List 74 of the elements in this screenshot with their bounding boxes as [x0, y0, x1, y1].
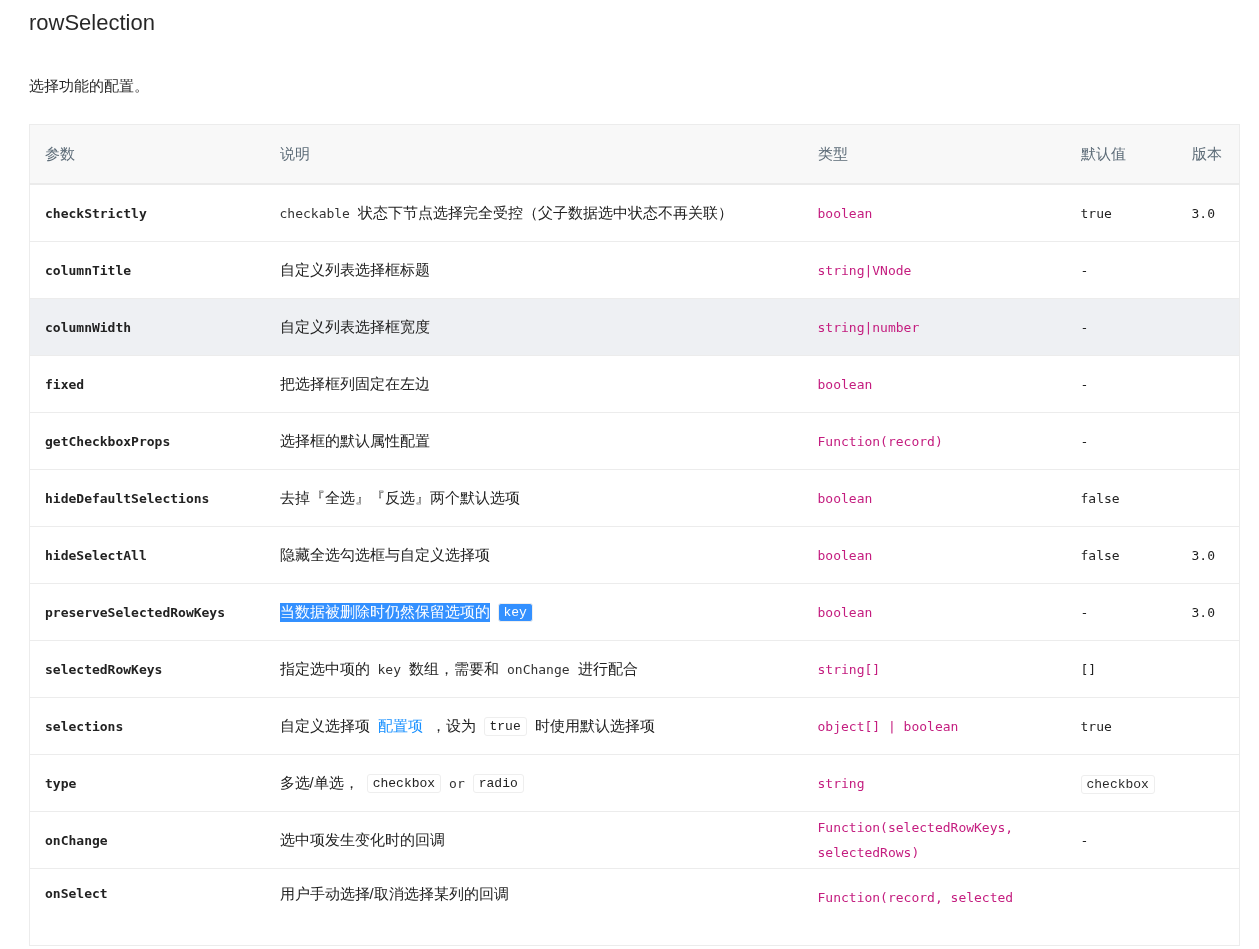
description-text: 多选/单选，	[279, 773, 359, 793]
type-value: boolean	[817, 604, 873, 620]
type-value: boolean	[817, 547, 873, 563]
description-text: 把选择框列固定在左边	[279, 374, 430, 394]
type-value: string|VNode	[817, 262, 912, 278]
default-value: checkbox	[1080, 774, 1155, 794]
default-value: false	[1080, 491, 1120, 506]
description-text: ，设为	[430, 716, 476, 736]
code-tag: true	[483, 716, 527, 736]
column-header: 版本	[1191, 144, 1222, 162]
column-header: 参数	[45, 144, 75, 162]
version-value: 3.0	[1191, 605, 1215, 620]
type-value: object[] | boolean	[817, 718, 959, 734]
param-name: preserveSelectedRowKeys	[45, 605, 225, 620]
type-value: Function(record)	[817, 433, 943, 449]
description-text: 用户手动选择/取消选择某列的回调	[279, 885, 509, 904]
column-header: 默认值	[1080, 144, 1126, 162]
inline-code: checkable	[279, 205, 350, 221]
description-text: 当数据被删除时仍然保留选项的	[279, 602, 490, 622]
default-value: -	[1080, 605, 1089, 620]
param-name: hideSelectAll	[45, 548, 147, 563]
type-value: boolean	[817, 490, 873, 506]
version-value: 3.0	[1191, 206, 1215, 221]
default-value: []	[1080, 662, 1097, 677]
column-header: 说明	[279, 144, 310, 162]
version-value: 3.0	[1191, 548, 1215, 563]
param-name: columnWidth	[45, 320, 132, 335]
default-value: true	[1080, 206, 1112, 221]
section-intro: 选择功能的配置。	[29, 76, 150, 96]
description-text: 自定义列表选择框标题	[279, 260, 430, 280]
default-value: -	[1080, 833, 1089, 848]
type-value: Function(selectedRowKeys, selectedRows)	[817, 820, 1014, 860]
description-text: 隐藏全选勾选框与自定义选择项	[279, 545, 490, 565]
type-value: string	[817, 775, 865, 791]
default-value: -	[1080, 434, 1089, 449]
param-name: selections	[45, 719, 124, 734]
description-text: 自定义列表选择框宽度	[279, 317, 430, 337]
inline-code: or	[449, 775, 465, 791]
config-link[interactable]: 配置项	[377, 716, 423, 736]
param-name: hideDefaultSelections	[45, 491, 210, 506]
param-name: onChange	[45, 833, 108, 848]
type-value: Function(record, selected	[817, 890, 1014, 905]
description-text: 时使用默认选择项	[534, 716, 655, 736]
param-name: type	[45, 776, 77, 791]
param-name: fixed	[45, 377, 85, 392]
param-name: selectedRowKeys	[45, 662, 163, 677]
description-text: 去掉『全选』『反选』两个默认选项	[279, 488, 520, 508]
column-header: 类型	[817, 144, 848, 162]
param-name: columnTitle	[45, 263, 132, 278]
code-tag: checkbox	[366, 773, 442, 793]
param-name: getCheckboxProps	[45, 434, 171, 449]
code-tag: key	[497, 602, 533, 622]
section-heading: rowSelection	[29, 9, 156, 37]
type-value: boolean	[817, 205, 873, 221]
description-text: 指定选中项的	[279, 659, 370, 679]
default-value: true	[1080, 719, 1112, 734]
description-text: 状态下节点选择完全受控（父子数据选中状态不再关联）	[357, 203, 733, 223]
description-text: 选中项发生变化时的回调	[279, 830, 445, 850]
default-value: false	[1080, 548, 1120, 563]
type-value: string[]	[817, 661, 881, 677]
default-value: -	[1080, 320, 1089, 335]
description-text: 进行配合	[577, 659, 638, 679]
default-value: -	[1080, 263, 1089, 278]
inline-code: key	[377, 661, 401, 677]
description-text: 数组，需要和	[409, 659, 499, 679]
default-value: -	[1080, 377, 1089, 392]
description-text: 选择框的默认属性配置	[279, 431, 430, 451]
type-value: boolean	[817, 376, 873, 392]
param-name: onSelect	[45, 886, 108, 901]
description-text: 自定义选择项	[279, 716, 370, 736]
type-value: string|number	[817, 319, 920, 335]
param-name: checkStrictly	[45, 206, 147, 221]
inline-code: onChange	[507, 661, 570, 677]
code-tag: radio	[472, 773, 524, 793]
